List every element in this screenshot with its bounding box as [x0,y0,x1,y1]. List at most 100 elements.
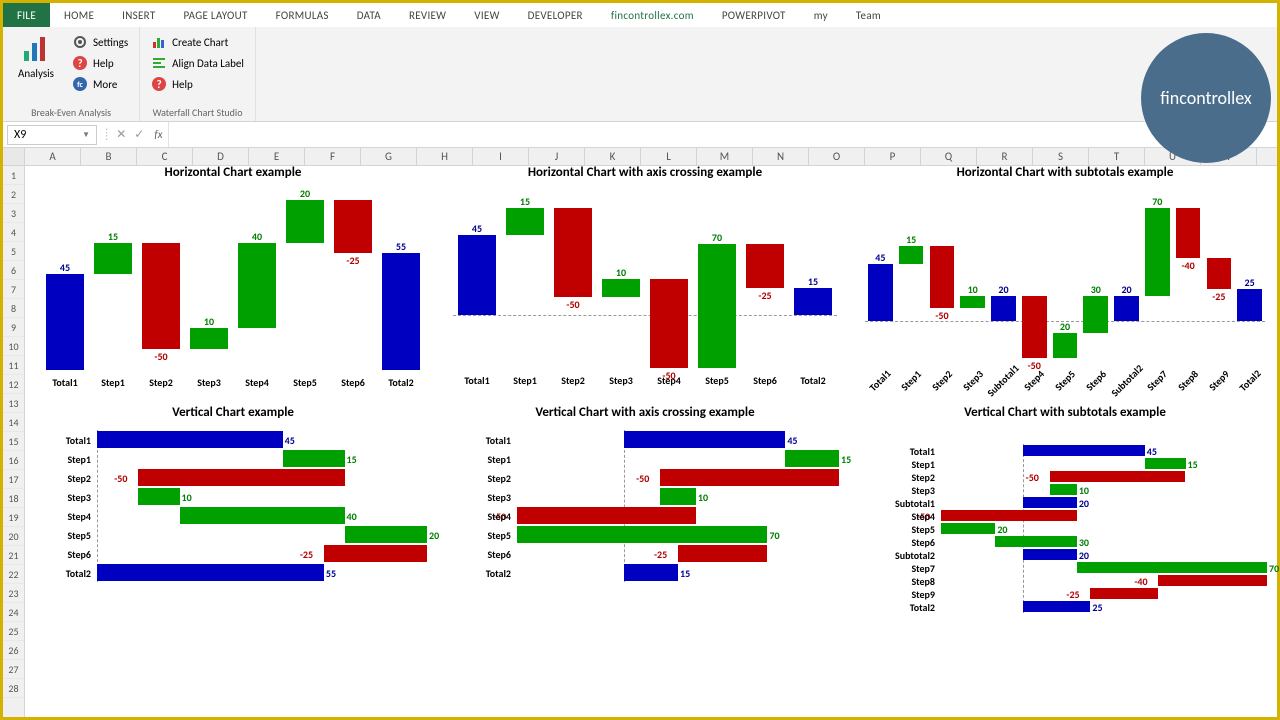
row-header[interactable]: 1 [3,166,24,185]
tab-review[interactable]: REVIEW [395,3,460,27]
name-box[interactable]: X9▼ [7,125,97,145]
col-header[interactable]: E [249,148,305,165]
bar [746,244,784,288]
col-header[interactable]: Q [921,148,977,165]
col-header[interactable]: M [697,148,753,165]
row-header[interactable]: 11 [3,356,24,375]
align-label-button[interactable]: Align Data Label [146,53,249,73]
chart-v1[interactable]: Vertical Chart example45Total115Step1-50… [33,406,433,631]
col-header[interactable]: L [641,148,697,165]
row-header[interactable]: 18 [3,489,24,508]
row-header[interactable]: 26 [3,641,24,660]
svg-text:fc: fc [77,80,83,90]
bar-label: -25 [300,548,313,561]
row-header[interactable]: 13 [3,394,24,413]
row-header[interactable]: 9 [3,318,24,337]
create-chart-button[interactable]: Create Chart [146,32,249,52]
col-header[interactable]: A [25,148,81,165]
col-header[interactable]: S [1033,148,1089,165]
row-header[interactable]: 3 [3,204,24,223]
row-header[interactable]: 28 [3,679,24,698]
cancel-icon[interactable]: ✕ [112,127,130,142]
tab-data[interactable]: DATA [343,3,395,27]
accept-icon[interactable]: ✓ [130,127,148,142]
chart-h2[interactable]: Horizontal Chart with axis crossing exam… [445,166,845,401]
row-header[interactable]: 2 [3,185,24,204]
ribbon-tabs: FILE HOMEINSERTPAGE LAYOUTFORMULASDATARE… [3,3,1277,27]
formula-input[interactable] [168,122,1277,147]
col-header[interactable]: J [529,148,585,165]
tab-home[interactable]: HOME [50,3,108,27]
category-label: Step1 [89,376,137,389]
row-header[interactable]: 7 [3,280,24,299]
col-header[interactable]: D [193,148,249,165]
row-header[interactable]: 12 [3,375,24,394]
col-header[interactable]: G [361,148,417,165]
col-header[interactable]: F [305,148,361,165]
row-header[interactable]: 21 [3,546,24,565]
row-header[interactable]: 17 [3,470,24,489]
tab-fincontrollex-com[interactable]: fincontrollex.com [597,3,708,27]
ribbon-body: Analysis Settings ?Help fcMore Break-Eve… [3,27,1277,122]
chart-h3[interactable]: Horizontal Chart with subtotals example4… [857,166,1273,401]
tab-developer[interactable]: DEVELOPER [514,3,597,27]
bar [506,208,544,235]
select-all-corner[interactable] [3,148,25,165]
bar-label: -25 [1207,290,1232,303]
chart-h1[interactable]: Horizontal Chart example45Total115Step1-… [33,166,433,401]
row-header[interactable]: 27 [3,660,24,679]
row-header[interactable]: 10 [3,337,24,356]
col-header[interactable]: K [585,148,641,165]
row-header[interactable]: 24 [3,603,24,622]
help-button-1[interactable]: ?Help [67,53,133,73]
spreadsheet-grid[interactable]: ABCDEFGHIJKLMNOPQRSTUV 12345678910111213… [3,148,1277,717]
row-header[interactable]: 16 [3,451,24,470]
row-header[interactable]: 25 [3,622,24,641]
row-header[interactable]: 20 [3,527,24,546]
row-header[interactable]: 15 [3,432,24,451]
tab-file[interactable]: FILE [3,3,50,27]
col-header[interactable]: I [473,148,529,165]
row-header[interactable]: 8 [3,299,24,318]
category-label: Step4 [37,510,91,523]
bar-label: 10 [190,315,228,328]
bar [345,526,428,542]
bar [283,450,345,466]
chart-v2[interactable]: Vertical Chart with axis crossing exampl… [445,406,845,631]
col-header[interactable]: T [1089,148,1145,165]
bar-label: 20 [429,529,439,542]
col-header[interactable]: N [753,148,809,165]
chart-v3[interactable]: Vertical Chart with subtotals example45T… [857,406,1273,631]
row-header[interactable]: 5 [3,242,24,261]
row-header[interactable]: 4 [3,223,24,242]
row-header[interactable]: 6 [3,261,24,280]
col-header[interactable]: O [809,148,865,165]
tab-view[interactable]: VIEW [460,3,513,27]
row-header[interactable]: 19 [3,508,24,527]
row-header[interactable]: 22 [3,565,24,584]
tab-page-layout[interactable]: PAGE LAYOUT [169,3,261,27]
row-header[interactable]: 23 [3,584,24,603]
bar-label: 10 [1079,484,1089,497]
bar-label: 15 [347,453,357,466]
col-header[interactable]: B [81,148,137,165]
col-header[interactable]: P [865,148,921,165]
bar [1050,484,1077,495]
bar [1158,575,1267,586]
settings-button[interactable]: Settings [67,32,133,52]
tab-my[interactable]: my [800,3,842,27]
row-header[interactable]: 14 [3,413,24,432]
tab-powerpivot[interactable]: POWERPIVOT [708,3,800,27]
analysis-label: Analysis [18,67,54,80]
tab-team[interactable]: Team [842,3,895,27]
bar-label: -50 [142,350,180,363]
col-header[interactable]: R [977,148,1033,165]
help-button-2[interactable]: ?Help [146,74,249,94]
col-header[interactable]: C [137,148,193,165]
col-header[interactable]: H [417,148,473,165]
tab-formulas[interactable]: FORMULAS [262,3,343,27]
tab-insert[interactable]: INSERT [108,3,169,27]
more-button[interactable]: fcMore [67,74,133,94]
analysis-button[interactable]: Analysis [9,30,63,104]
fx-icon[interactable]: fx [148,128,168,141]
